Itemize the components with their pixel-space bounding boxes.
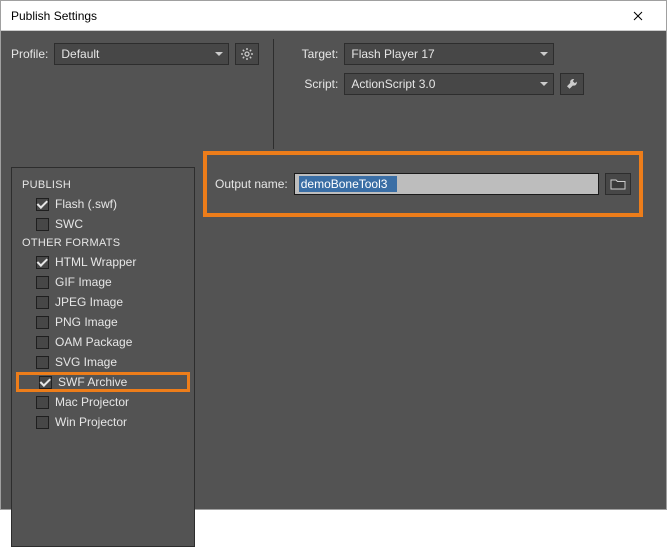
format-item-oam[interactable]: OAM Package [16,332,190,352]
label-mac-projector: Mac Projector [55,395,129,409]
label-gif: GIF Image [55,275,112,289]
label-flash: Flash (.swf) [55,197,117,211]
other-formats-header: OTHER FORMATS [16,234,190,252]
output-name-highlight: Output name: [203,151,643,217]
profile-block: Profile: Default [11,43,259,65]
script-label: Script: [288,77,338,91]
target-value: Flash Player 17 [351,47,434,61]
format-item-png[interactable]: PNG Image [16,312,190,332]
main-columns: PUBLISH Flash (.swf) SWC OTHER FORMATS H… [11,167,656,547]
profile-options-button[interactable] [235,43,259,65]
target-script-block: Target: Flash Player 17 Script: ActionSc… [288,43,584,95]
label-jpeg: JPEG Image [55,295,123,309]
format-item-mac-projector[interactable]: Mac Projector [16,392,190,412]
format-item-jpeg[interactable]: JPEG Image [16,292,190,312]
output-name-label: Output name: [215,177,288,191]
checkbox-mac-projector[interactable] [36,396,49,409]
profile-dropdown[interactable]: Default [54,43,229,65]
checkbox-win-projector[interactable] [36,416,49,429]
label-swc: SWC [55,217,83,231]
label-win-projector: Win Projector [55,415,127,429]
target-label: Target: [288,47,338,61]
format-item-swc[interactable]: SWC [16,214,190,234]
publish-header: PUBLISH [16,176,190,194]
label-swf-archive: SWF Archive [58,375,127,389]
divider [273,39,274,149]
format-item-gif[interactable]: GIF Image [16,272,190,292]
label-svg: SVG Image [55,355,117,369]
script-value: ActionScript 3.0 [351,77,435,91]
top-controls: Profile: Default [11,43,656,149]
format-list: PUBLISH Flash (.swf) SWC OTHER FORMATS H… [11,167,195,547]
checkbox-swc[interactable] [36,218,49,231]
output-name-input[interactable] [299,176,397,192]
folder-icon [610,178,626,190]
profile-value: Default [61,47,99,61]
checkbox-png[interactable] [36,316,49,329]
script-dropdown[interactable]: ActionScript 3.0 [344,73,554,95]
format-item-win-projector[interactable]: Win Projector [16,412,190,432]
profile-label: Profile: [11,47,48,61]
dialog-body: Profile: Default [1,31,666,509]
format-item-flash[interactable]: Flash (.swf) [16,194,190,214]
wrench-icon [565,77,579,91]
checkbox-swf-archive[interactable] [39,376,52,389]
format-item-svg[interactable]: SVG Image [16,352,190,372]
checkbox-svg[interactable] [36,356,49,369]
checkbox-jpeg[interactable] [36,296,49,309]
settings-panel: Output name: [209,167,656,547]
checkbox-html[interactable] [36,256,49,269]
target-dropdown[interactable]: Flash Player 17 [344,43,554,65]
output-name-field-wrap[interactable] [294,173,599,195]
checkbox-flash[interactable] [36,198,49,211]
label-png: PNG Image [55,315,118,329]
label-oam: OAM Package [55,335,132,349]
titlebar: Publish Settings [1,1,666,31]
publish-settings-window: Publish Settings Profile: Default [0,0,667,510]
close-button[interactable] [618,2,658,30]
window-title: Publish Settings [11,9,97,23]
browse-output-button[interactable] [605,173,631,195]
script-settings-button[interactable] [560,73,584,95]
label-html: HTML Wrapper [55,255,136,269]
checkbox-gif[interactable] [36,276,49,289]
gear-icon [240,47,254,61]
format-item-swf-archive[interactable]: SWF Archive [16,372,190,392]
checkbox-oam[interactable] [36,336,49,349]
format-item-html[interactable]: HTML Wrapper [16,252,190,272]
close-icon [633,11,643,21]
